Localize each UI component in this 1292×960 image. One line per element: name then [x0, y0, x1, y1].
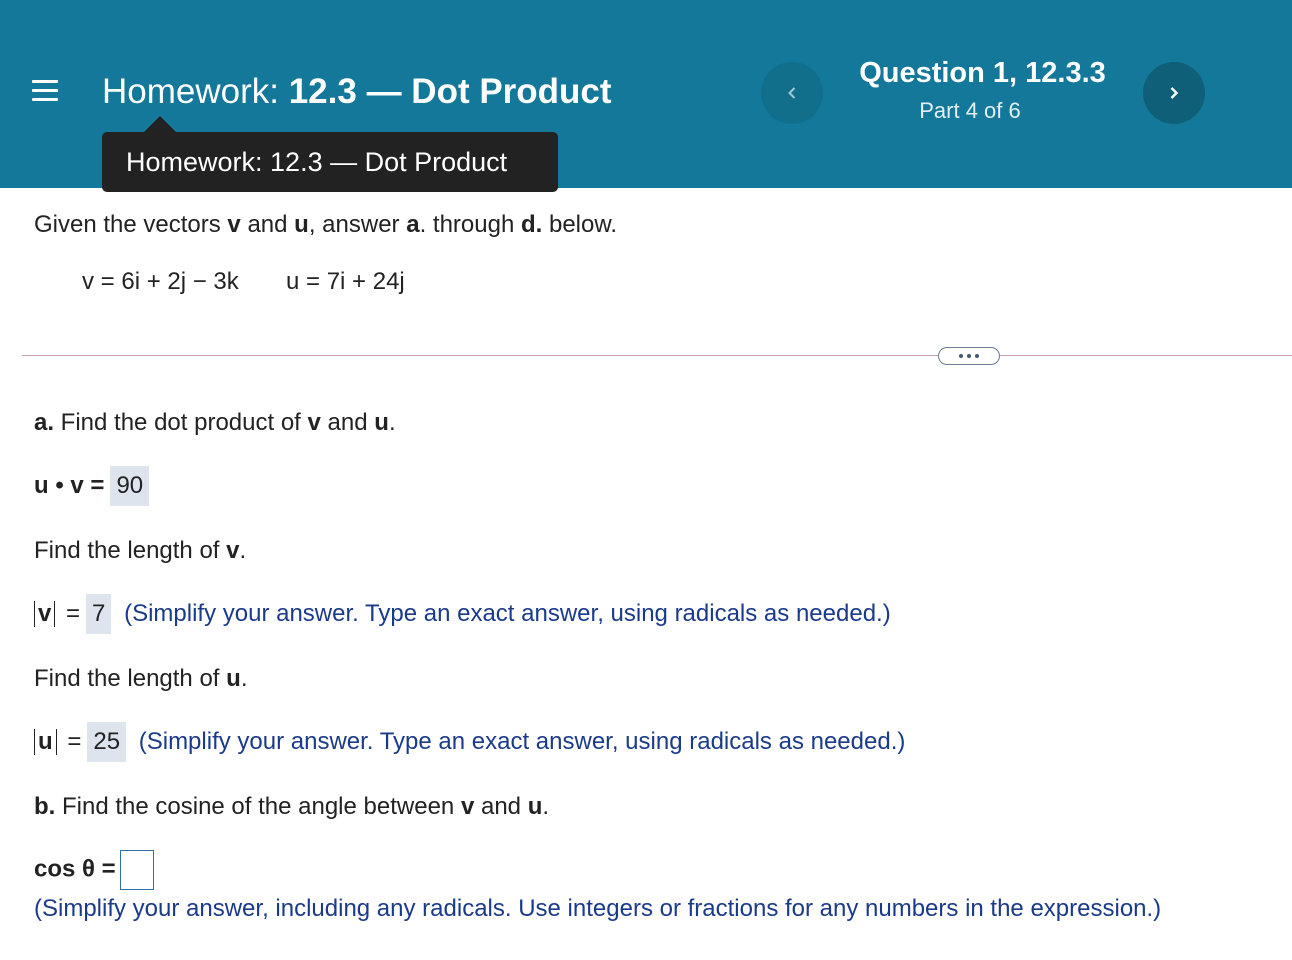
dot-icon — [959, 354, 963, 358]
problem-intro: Given the vectors v and u, answer a. thr… — [34, 211, 618, 238]
tooltip-arrow — [144, 116, 176, 132]
vector-v-definition: v = 6i + 2j − 3k — [82, 268, 239, 295]
cosine-answer-input[interactable] — [119, 850, 154, 890]
part-a-prompt: a. Find the dot product of v and u. — [34, 409, 396, 436]
cosine-label: cos θ = — [34, 855, 116, 883]
length-v-prompt: Find the length of v. — [34, 537, 247, 564]
dot-product-row: u • v = 90 — [34, 466, 150, 506]
dot-icon — [975, 354, 979, 358]
length-u-row: u = 25 (Simplify your answer. Type an exa… — [34, 722, 905, 762]
section-divider — [22, 355, 1292, 356]
length-u-answer[interactable]: 25 — [87, 722, 127, 762]
homework-title: Homework: 12.3 — Dot Product — [102, 72, 612, 112]
length-v-row: v = 7 (Simplify your answer. Type an exac… — [34, 594, 891, 634]
length-u-prompt: Find the length of u. — [34, 665, 248, 692]
length-u-hint: (Simplify your answer. Type an exact ans… — [138, 728, 906, 755]
chevron-left-icon — [788, 87, 796, 99]
question-part: Part 4 of 6 — [919, 98, 1021, 123]
hamburger-menu-icon[interactable] — [32, 80, 58, 106]
more-options-button[interactable] — [938, 347, 1000, 365]
chevron-right-icon — [1170, 87, 1179, 99]
dot-product-answer[interactable]: 90 — [110, 466, 150, 506]
cosine-row: cos θ = — [34, 850, 154, 890]
tooltip-text: Homework: 12.3 — Dot Product — [126, 146, 508, 177]
homework-prefix: Homework: — [102, 72, 279, 111]
dot-product-label: u • v = — [34, 472, 105, 499]
vector-u-definition: u = 7i + 24j — [286, 268, 405, 295]
length-v-answer[interactable]: 7 — [86, 594, 112, 634]
length-v-hint: (Simplify your answer. Type an exact ans… — [124, 600, 891, 627]
part-b-prompt: b. Find the cosine of the angle between … — [34, 793, 550, 820]
abs-u-label: u — [34, 729, 57, 755]
question-title: Question 1, 12.3.3 — [859, 57, 1106, 89]
previous-question-button[interactable] — [761, 62, 823, 124]
homework-name: 12.3 — Dot Product — [288, 72, 612, 111]
dot-icon — [967, 354, 971, 358]
cosine-hint: (Simplify your answer, including any rad… — [34, 895, 1162, 922]
abs-v-label: v — [34, 601, 56, 627]
homework-tooltip: Homework: 12.3 — Dot Product — [102, 132, 558, 192]
next-question-button[interactable] — [1143, 62, 1205, 124]
